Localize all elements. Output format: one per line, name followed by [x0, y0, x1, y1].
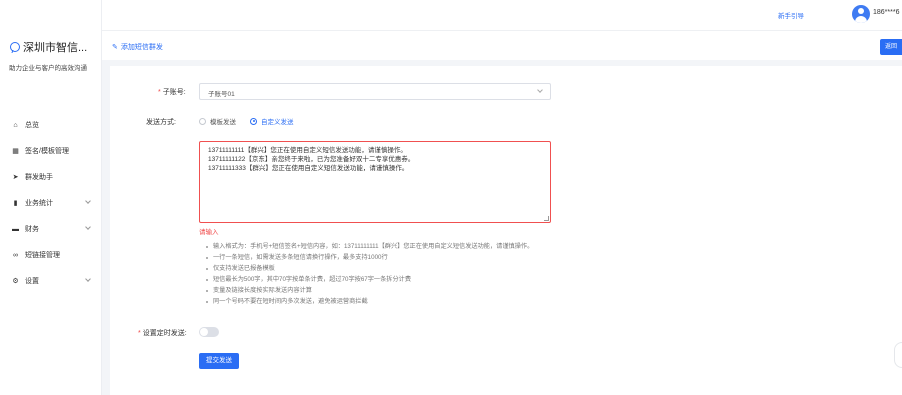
guide-link[interactable]: 新手引导 — [778, 10, 804, 20]
error-message: 请输入 — [199, 229, 219, 236]
timer-toggle[interactable] — [199, 327, 219, 337]
sidebar-nav: ⌂ 总览 ▦ 签名/模板管理 ➤ 群发助手 ▮ 业务统计 ▬ 财务 ∞ 短链接管… — [0, 112, 101, 294]
sidebar-item-label: 签名/模板管理 — [25, 148, 69, 155]
brand-name: 深圳市智信... — [23, 42, 88, 54]
send-mode-label: 发送方式: — [146, 119, 176, 126]
brand[interactable]: 深圳市智信... — [10, 39, 87, 55]
sidebar-item-short-links[interactable]: ∞ 短链接管理 — [0, 242, 101, 268]
grid-icon: ▦ — [12, 147, 19, 155]
sidebar-item-label: 总览 — [25, 122, 39, 129]
edit-icon: ✎ — [112, 44, 118, 51]
tip-item: 变量及链接长度按实际发送内容计算 — [205, 285, 565, 296]
tip-item: 同一个号码不要在短时间内多次发送，避免被运营商拦截 — [205, 296, 565, 307]
back-button[interactable]: 返回 — [880, 39, 902, 55]
avatar[interactable] — [852, 5, 870, 23]
page-header: ✎ 添加短信群发 返回 — [102, 30, 902, 60]
required-mark: * — [158, 89, 161, 96]
textarea-line: 13711111333【群兴】您正在使用自定义短信发送功能，请谨慎操作。 — [208, 165, 409, 172]
sidebar-item-statistics[interactable]: ▮ 业务统计 — [0, 190, 101, 216]
brand-slogan: 助力企业与客户的高效沟通 — [9, 65, 87, 72]
user-phone[interactable]: 186****6 — [873, 9, 899, 16]
floating-handle[interactable] — [894, 342, 902, 368]
radio-circle — [199, 117, 206, 125]
required-mark: * — [138, 330, 141, 337]
sidebar-item-overview[interactable]: ⌂ 总览 — [0, 112, 101, 138]
account-select[interactable]: 子账号01 — [199, 83, 551, 100]
home-icon: ⌂ — [13, 121, 18, 129]
sidebar-item-label: 群发助手 — [25, 174, 53, 181]
page-title: ✎ 添加短信群发 — [112, 42, 163, 52]
submit-button[interactable]: 提交发送 — [199, 353, 239, 369]
form-panel: * 子账号: 子账号01 发送方式: 模板发送 自定义发送 13711111111… — [110, 66, 902, 395]
resize-handle[interactable] — [544, 216, 549, 221]
wallet-icon: ▬ — [12, 225, 19, 233]
sidebar-item-label: 设置 — [25, 278, 39, 285]
account-label: * 子账号: — [158, 87, 186, 97]
tip-item: 仅支持发送已报备模板 — [205, 263, 565, 274]
sms-content-textarea[interactable]: 13711111111【群兴】您正在使用自定义短信发送功能，请谨慎操作。 137… — [199, 141, 551, 223]
gear-icon: ⚙ — [12, 277, 19, 285]
sidebar: 深圳市智信... 助力企业与客户的高效沟通 ⌂ 总览 ▦ 签名/模板管理 ➤ 群… — [0, 0, 102, 395]
radio-custom-send[interactable]: 自定义发送 — [250, 116, 294, 126]
bar-chart-icon: ▮ — [13, 199, 18, 207]
topbar: 新手引导 186****6 — [102, 0, 902, 30]
account-label-text: 子账号: — [162, 89, 186, 96]
radio-circle — [250, 117, 257, 125]
send-mode-radio-group: 模板发送 自定义发送 — [199, 116, 294, 126]
textarea-line: 13711111111【群兴】您正在使用自定义短信发送功能，请谨慎操作。 — [208, 147, 407, 154]
sidebar-item-bulk-send[interactable]: ➤ 群发助手 — [0, 164, 101, 190]
sidebar-item-label: 业务统计 — [25, 200, 53, 207]
sidebar-item-signatures[interactable]: ▦ 签名/模板管理 — [0, 138, 101, 164]
link-icon: ∞ — [13, 251, 18, 259]
chevron-down-icon — [537, 87, 543, 93]
account-select-value: 子账号01 — [208, 91, 235, 98]
tip-item: 短信最长为500字，其中70字按单条计费，超过70字按67字一条拆分计费 — [205, 274, 565, 285]
page-title-text: 添加短信群发 — [120, 44, 163, 51]
tips-list: 输入格式为：手机号+短信签名+短信内容，如：13711111111【群兴】您正在… — [205, 241, 565, 307]
radio-template-send[interactable]: 模板发送 — [199, 116, 236, 126]
timer-label-text: 设置定时发送: — [142, 330, 187, 337]
chevron-down-icon — [85, 224, 91, 230]
sidebar-item-settings[interactable]: ⚙ 设置 — [0, 268, 101, 294]
timer-label: * 设置定时发送: — [138, 328, 187, 338]
sidebar-item-finance[interactable]: ▬ 财务 — [0, 216, 101, 242]
chevron-down-icon — [85, 198, 91, 204]
send-icon: ➤ — [12, 173, 19, 181]
sidebar-item-label: 财务 — [25, 226, 39, 233]
chevron-down-icon — [85, 276, 91, 282]
radio-label: 模板发送 — [210, 119, 236, 126]
tip-item: 输入格式为：手机号+短信签名+短信内容，如：13711111111【群兴】您正在… — [205, 241, 565, 252]
tip-item: 一行一条短信，如需发送多条短信请换行操作，最多支持1000行 — [205, 252, 565, 263]
chat-bubble-icon — [10, 42, 20, 52]
sidebar-item-label: 短链接管理 — [25, 252, 60, 259]
radio-label: 自定义发送 — [261, 119, 294, 126]
textarea-line: 13711111122【京东】亲您终于来啦，已为您准备好双十二专享优惠券。 — [208, 156, 415, 163]
